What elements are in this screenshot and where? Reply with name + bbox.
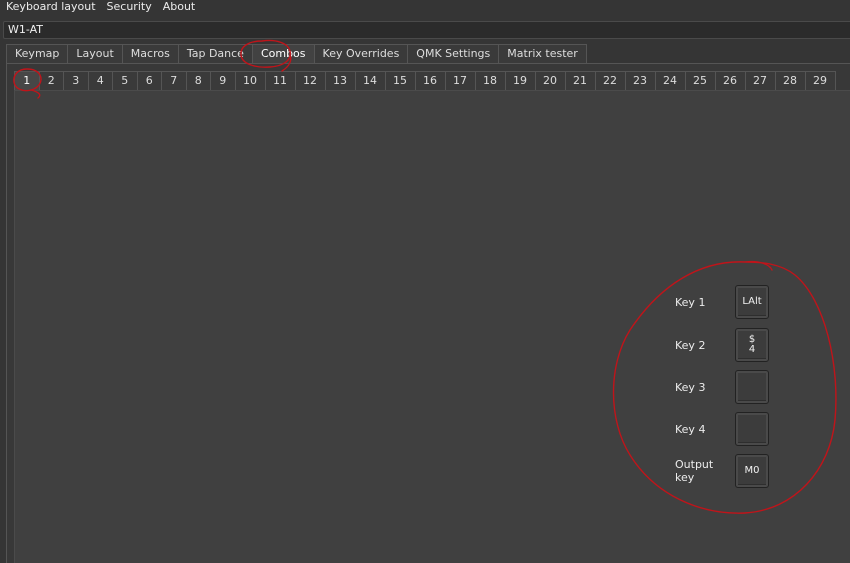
combo-tab-24[interactable]: 24 xyxy=(654,71,686,90)
combo-output-row: Output key M0 xyxy=(675,454,769,488)
combo-tab-29[interactable]: 29 xyxy=(804,71,836,90)
key1-button[interactable]: LAlt xyxy=(735,285,769,319)
key1-label: Key 1 xyxy=(675,295,706,309)
key4-label: Key 4 xyxy=(675,422,706,436)
key3-label: Key 3 xyxy=(675,380,706,394)
combo-tab-6[interactable]: 6 xyxy=(136,71,162,90)
combo-tab-28[interactable]: 28 xyxy=(774,71,806,90)
combo-tab-16[interactable]: 16 xyxy=(414,71,446,90)
combo-tab-12[interactable]: 12 xyxy=(294,71,326,90)
combo-tab-1[interactable]: 1 xyxy=(14,71,40,90)
combo-key1-row: Key 1 LAlt xyxy=(675,285,769,319)
output-key-label: Output key xyxy=(675,458,714,484)
combo-tab-17[interactable]: 17 xyxy=(444,71,476,90)
tab-macros[interactable]: Macros xyxy=(121,44,179,63)
key2-label: Key 2 xyxy=(675,338,706,352)
menu-keyboard-layout[interactable]: Keyboard layout xyxy=(6,0,96,14)
combo-tab-4[interactable]: 4 xyxy=(87,71,113,90)
key2-value-bottom: 4 xyxy=(748,344,756,355)
combo-tab-5[interactable]: 5 xyxy=(112,71,138,90)
combo-tab-7[interactable]: 7 xyxy=(161,71,187,90)
combo-tab-22[interactable]: 22 xyxy=(594,71,626,90)
combo-key4-row: Key 4 xyxy=(675,412,769,446)
main-tab-bar: Keymap Layout Macros Tap Dance Combos Ke… xyxy=(6,44,587,63)
tab-layout[interactable]: Layout xyxy=(67,44,123,63)
keyboard-select[interactable]: W1-AT xyxy=(3,21,850,39)
combo-tab-13[interactable]: 13 xyxy=(324,71,356,90)
combo-tab-8[interactable]: 8 xyxy=(185,71,211,90)
combo-tab-25[interactable]: 25 xyxy=(684,71,716,90)
combo-tab-15[interactable]: 15 xyxy=(384,71,416,90)
tab-key-overrides[interactable]: Key Overrides xyxy=(313,44,409,63)
combo-tab-10[interactable]: 10 xyxy=(234,71,266,90)
combo-tab-3[interactable]: 3 xyxy=(63,71,89,90)
combo-tab-14[interactable]: 14 xyxy=(354,71,386,90)
tab-matrix-tester[interactable]: Matrix tester xyxy=(498,44,587,63)
combo-tab-26[interactable]: 26 xyxy=(714,71,746,90)
key1-value: LAlt xyxy=(742,296,762,307)
key3-button[interactable] xyxy=(735,370,769,404)
combo-number-tabs: 1 2 3 4 5 6 7 8 9 10 11 12 13 14 15 16 1… xyxy=(14,71,836,90)
combo-tab-11[interactable]: 11 xyxy=(264,71,296,90)
tab-tap-dance[interactable]: Tap Dance xyxy=(177,44,253,63)
key2-button[interactable]: $ 4 xyxy=(735,328,769,362)
combo-tab-20[interactable]: 20 xyxy=(534,71,566,90)
key4-button[interactable] xyxy=(735,412,769,446)
menu-bar: Keyboard layout Security About xyxy=(0,0,850,14)
tab-combos[interactable]: Combos xyxy=(251,44,315,63)
combo-tab-23[interactable]: 23 xyxy=(624,71,656,90)
tab-keymap[interactable]: Keymap xyxy=(6,44,69,63)
combo-tab-2[interactable]: 2 xyxy=(38,71,64,90)
menu-security[interactable]: Security xyxy=(107,0,152,14)
app-window: Keyboard layout Security About W1-AT Key… xyxy=(0,0,850,563)
tab-qmk-settings[interactable]: QMK Settings xyxy=(407,44,500,63)
combo-tab-9[interactable]: 9 xyxy=(210,71,236,90)
combo-key3-row: Key 3 xyxy=(675,370,769,404)
combo-editor-panel xyxy=(14,90,850,563)
output-key-button[interactable]: M0 xyxy=(735,454,769,488)
combo-tab-21[interactable]: 21 xyxy=(564,71,596,90)
combo-tab-19[interactable]: 19 xyxy=(504,71,536,90)
combo-tab-27[interactable]: 27 xyxy=(744,71,776,90)
output-key-value: M0 xyxy=(744,465,760,476)
combo-key2-row: Key 2 $ 4 xyxy=(675,328,769,362)
combo-tab-18[interactable]: 18 xyxy=(474,71,506,90)
menu-about[interactable]: About xyxy=(163,0,196,14)
